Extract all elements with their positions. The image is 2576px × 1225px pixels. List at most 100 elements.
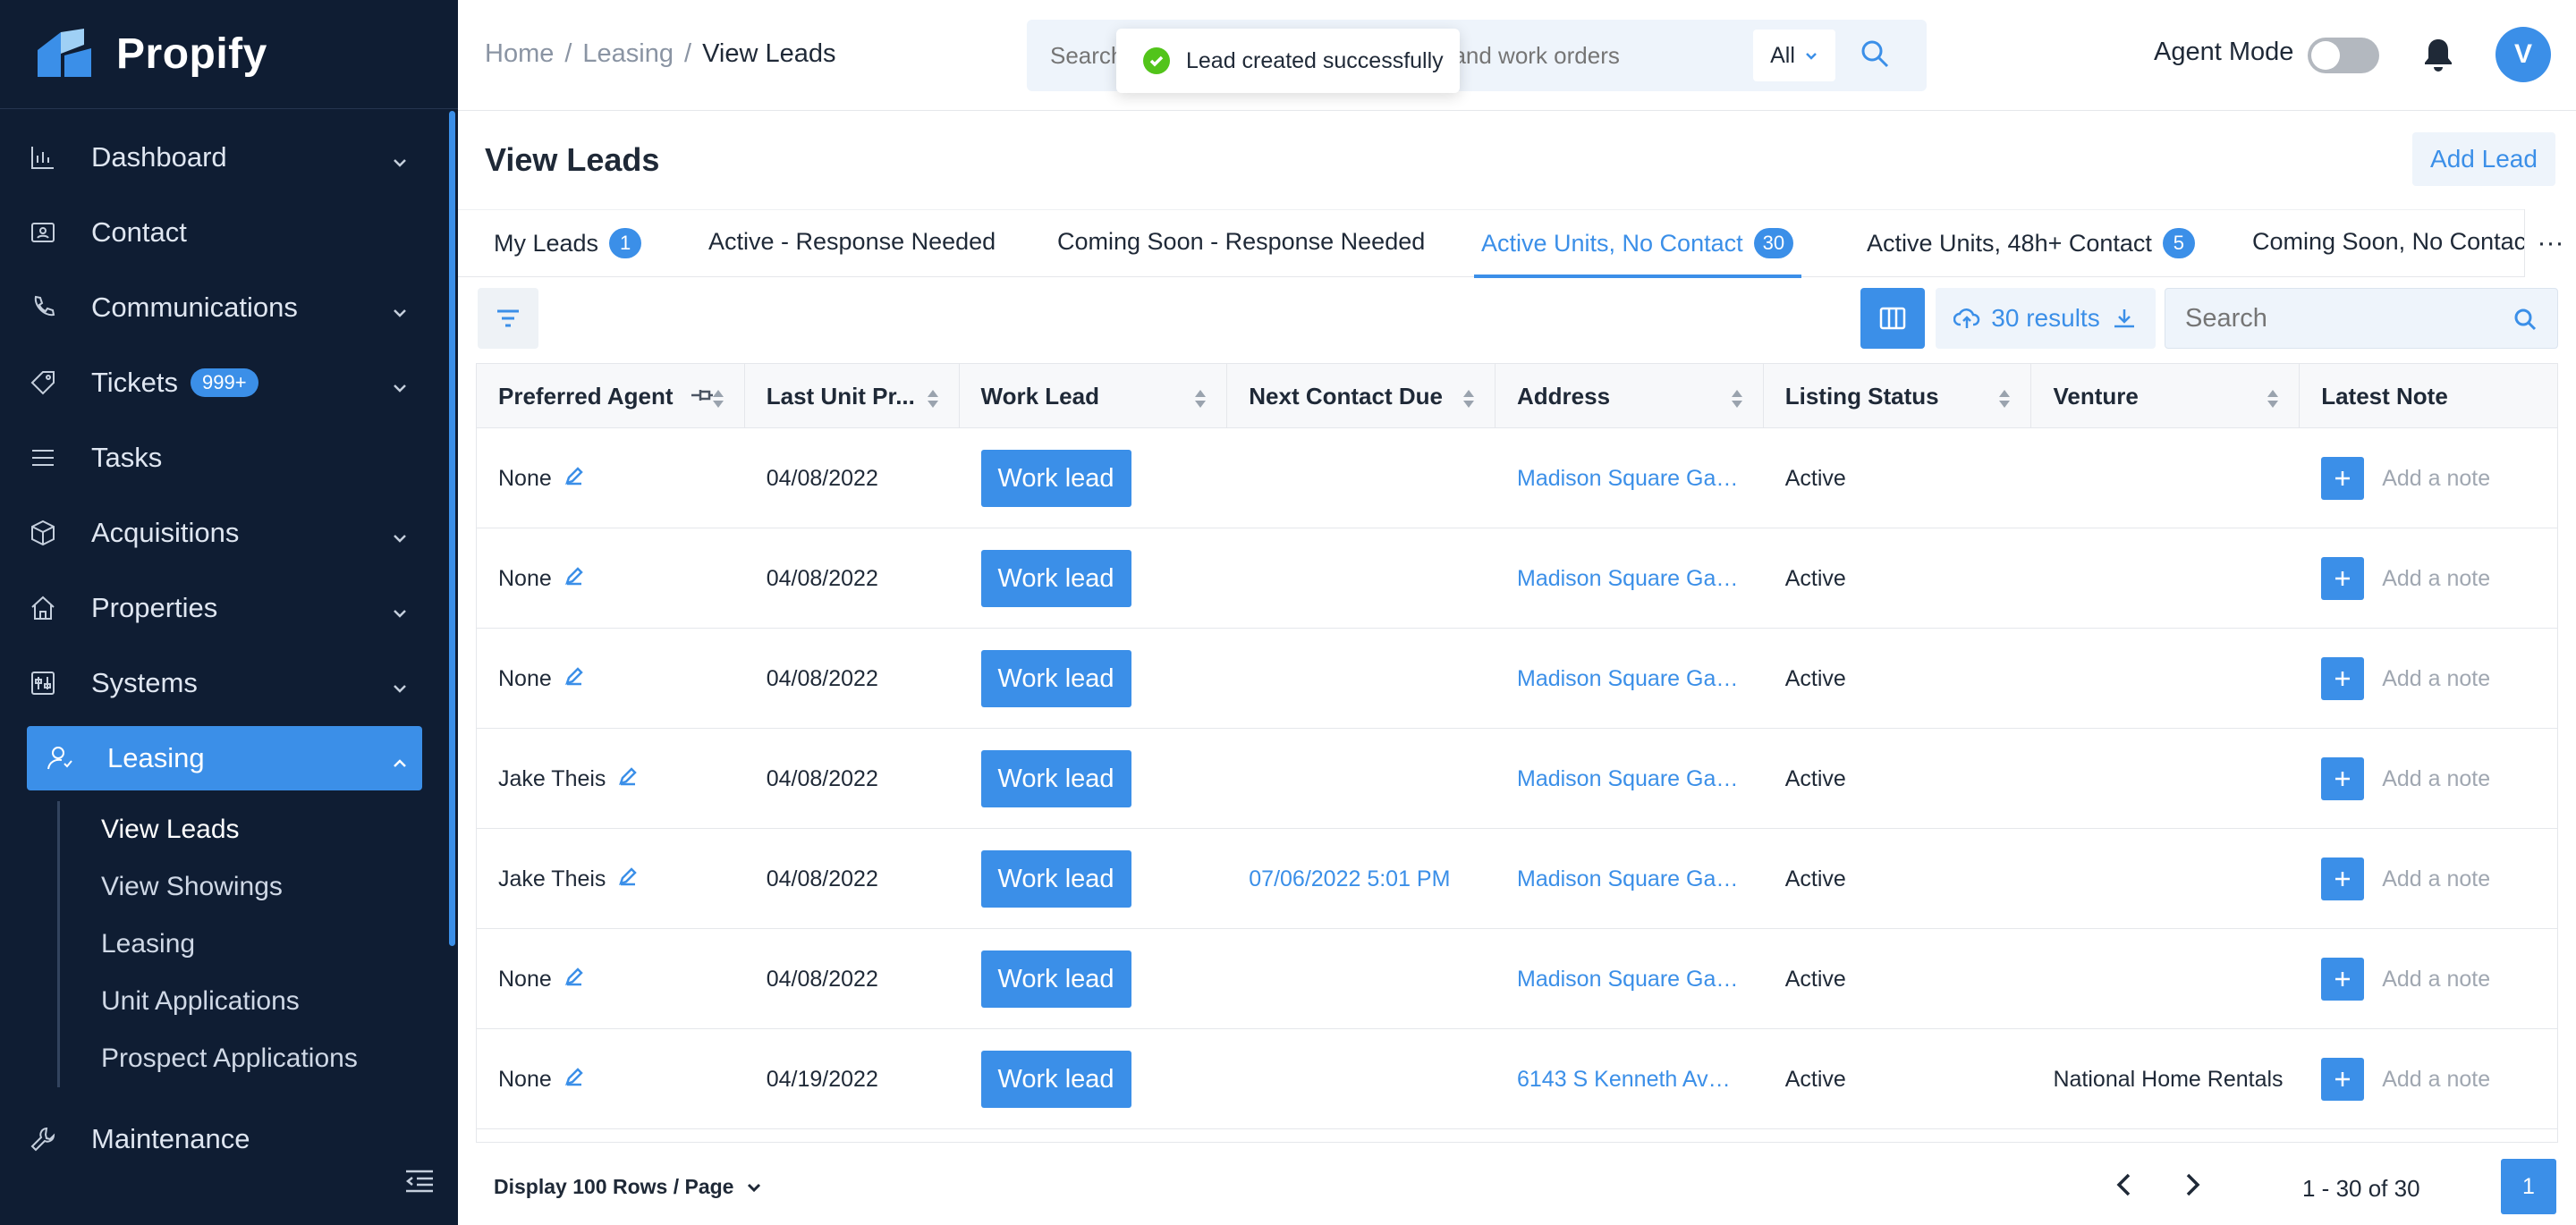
add-note-placeholder[interactable]: Add a note bbox=[2382, 666, 2490, 692]
sidebar-item-tasks[interactable]: Tasks bbox=[27, 426, 422, 490]
edit-icon[interactable] bbox=[552, 466, 584, 492]
sort-icon[interactable] bbox=[927, 387, 939, 415]
sidebar-item-dashboard[interactable]: Dashboard bbox=[27, 125, 422, 190]
work-lead-button[interactable]: Work lead bbox=[980, 650, 1131, 707]
subnav-item-view-leads[interactable]: View Leads bbox=[101, 801, 458, 858]
column-header-venture[interactable]: Venture bbox=[2031, 364, 2301, 428]
address-link[interactable]: 6143 S Kenneth Ave, ... bbox=[1517, 1067, 1741, 1093]
add-note-placeholder[interactable]: Add a note bbox=[2382, 866, 2490, 892]
edit-icon[interactable] bbox=[552, 967, 584, 993]
tab-coming-soon-no-contact[interactable]: Coming Soon, No Contact bbox=[2252, 228, 2533, 256]
subnav-item-prospect-applications[interactable]: Prospect Applications bbox=[101, 1030, 458, 1087]
sidebar-item-maintenance[interactable]: Maintenance bbox=[27, 1107, 422, 1171]
add-note-button[interactable] bbox=[2321, 958, 2365, 1001]
add-note-button[interactable] bbox=[2321, 457, 2365, 500]
sidebar-item-leasing[interactable]: Leasing bbox=[27, 726, 422, 790]
edit-icon[interactable] bbox=[552, 566, 584, 592]
cell-preferred-agent: None bbox=[477, 528, 745, 629]
column-header-listing-status[interactable]: Listing Status bbox=[1764, 364, 2032, 428]
sort-icon[interactable] bbox=[1462, 387, 1475, 415]
tabs-more-button[interactable]: ··· bbox=[2524, 209, 2576, 277]
notifications-bell-icon[interactable] bbox=[2422, 38, 2454, 78]
sort-icon[interactable] bbox=[712, 387, 724, 415]
column-header-address[interactable]: Address bbox=[1496, 364, 1764, 428]
search-icon[interactable] bbox=[2512, 307, 2538, 332]
column-header-next-contact-due[interactable]: Next Contact Due bbox=[1227, 364, 1496, 428]
breadcrumb-leasing[interactable]: Leasing bbox=[582, 39, 674, 69]
address-link[interactable]: Madison Square Garden... bbox=[1517, 766, 1741, 792]
work-lead-button[interactable]: Work lead bbox=[980, 450, 1131, 507]
sort-icon[interactable] bbox=[1731, 387, 1743, 415]
edit-icon[interactable] bbox=[606, 766, 638, 792]
sidebar-item-systems[interactable]: Systems bbox=[27, 651, 422, 715]
work-lead-button[interactable]: Work lead bbox=[980, 750, 1131, 807]
sort-icon[interactable] bbox=[1998, 387, 2011, 415]
add-note-button[interactable] bbox=[2321, 858, 2365, 900]
tab-active-units-48h-contact[interactable]: Active Units, 48h+ Contact 5 bbox=[1867, 228, 2195, 258]
sidebar-item-properties[interactable]: Properties bbox=[27, 576, 422, 640]
add-note-placeholder[interactable]: Add a note bbox=[2382, 466, 2490, 492]
pin-icon[interactable] bbox=[690, 383, 715, 410]
sidebar-item-acquisitions[interactable]: Acquisitions bbox=[27, 501, 422, 565]
sidebar-item-tickets[interactable]: Tickets 999+ bbox=[27, 351, 422, 415]
column-header-preferred-agent[interactable]: Preferred Agent bbox=[477, 364, 745, 428]
sidebar-item-contact[interactable]: Contact bbox=[27, 200, 422, 265]
work-lead-button[interactable]: Work lead bbox=[980, 950, 1131, 1008]
address-link[interactable]: Madison Square Garden... bbox=[1517, 866, 1741, 892]
add-note-button[interactable] bbox=[2321, 1058, 2365, 1101]
rows-per-page-select[interactable]: Display 100 Rows / Page bbox=[494, 1175, 762, 1199]
page-number-button[interactable]: 1 bbox=[2501, 1159, 2556, 1214]
work-lead-button[interactable]: Work lead bbox=[980, 850, 1131, 908]
add-lead-button[interactable]: Add Lead bbox=[2412, 132, 2555, 186]
edit-icon[interactable] bbox=[552, 666, 584, 692]
address-link[interactable]: Madison Square Garden... bbox=[1517, 466, 1741, 492]
subnav-item-view-showings[interactable]: View Showings bbox=[101, 858, 458, 916]
cell-next-contact-due[interactable]: 07/06/2022 5:01 PM bbox=[1227, 829, 1496, 929]
export-results-button[interactable]: 30 results bbox=[1936, 288, 2156, 349]
address-link[interactable]: Madison Square Garden... bbox=[1517, 566, 1741, 592]
previous-page-button[interactable] bbox=[2113, 1171, 2136, 1203]
next-contact-link[interactable]: 07/06/2022 5:01 PM bbox=[1249, 866, 1450, 892]
user-avatar[interactable]: V bbox=[2496, 27, 2551, 82]
add-note-placeholder[interactable]: Add a note bbox=[2382, 967, 2490, 993]
edit-icon[interactable] bbox=[606, 866, 638, 892]
column-header-last-unit[interactable]: Last Unit Pr... bbox=[745, 364, 960, 428]
subnav-item-leasing[interactable]: Leasing bbox=[101, 916, 458, 973]
add-note-placeholder[interactable]: Add a note bbox=[2382, 766, 2490, 792]
work-lead-button[interactable]: Work lead bbox=[980, 550, 1131, 607]
add-note-button[interactable] bbox=[2321, 657, 2365, 700]
tab-my-leads[interactable]: My Leads 1 bbox=[494, 228, 642, 258]
global-search-button[interactable] bbox=[1859, 38, 1891, 74]
sidebar-scrollbar[interactable] bbox=[449, 111, 455, 946]
search-scope-select[interactable]: All bbox=[1753, 30, 1835, 81]
plus-icon bbox=[2335, 1072, 2351, 1086]
add-note-button[interactable] bbox=[2321, 757, 2365, 800]
columns-toggle-button[interactable] bbox=[1860, 288, 1925, 349]
work-lead-button[interactable]: Work lead bbox=[980, 1051, 1131, 1108]
table-search-input[interactable] bbox=[2165, 289, 2505, 348]
add-note-placeholder[interactable]: Add a note bbox=[2382, 566, 2490, 592]
sidebar-nav: Dashboard Contact Communications Tickets… bbox=[0, 109, 458, 1171]
add-note-placeholder[interactable]: Add a note bbox=[2382, 1067, 2490, 1093]
subnav-item-unit-applications[interactable]: Unit Applications bbox=[101, 973, 458, 1030]
tab-coming-soon-response-needed[interactable]: Coming Soon - Response Needed bbox=[1057, 228, 1425, 256]
table-header: Preferred Agent Last Unit Pr... Work Lea… bbox=[477, 364, 2557, 428]
next-page-button[interactable] bbox=[2181, 1171, 2204, 1203]
breadcrumb-home[interactable]: Home bbox=[485, 39, 554, 69]
chevron-down-icon bbox=[390, 298, 410, 317]
sort-icon[interactable] bbox=[2267, 387, 2279, 415]
column-header-work-lead[interactable]: Work Lead bbox=[960, 364, 1228, 428]
logo[interactable]: Propify bbox=[0, 0, 458, 109]
add-note-button[interactable] bbox=[2321, 557, 2365, 600]
tab-active-response-needed[interactable]: Active - Response Needed bbox=[708, 228, 996, 256]
address-link[interactable]: Madison Square Garden... bbox=[1517, 666, 1741, 692]
sidebar-item-communications[interactable]: Communications bbox=[27, 275, 422, 340]
address-link[interactable]: Madison Square Garden... bbox=[1517, 967, 1741, 993]
filter-button[interactable] bbox=[478, 288, 538, 349]
collapse-sidebar-icon[interactable] bbox=[404, 1168, 435, 1199]
sort-icon[interactable] bbox=[1194, 387, 1207, 415]
column-header-latest-note[interactable]: Latest Note bbox=[2300, 364, 2557, 428]
agent-mode-toggle[interactable] bbox=[2308, 38, 2379, 73]
tab-active-units-no-contact[interactable]: Active Units, No Contact 30 bbox=[1481, 228, 1794, 258]
edit-icon[interactable] bbox=[552, 1067, 584, 1093]
